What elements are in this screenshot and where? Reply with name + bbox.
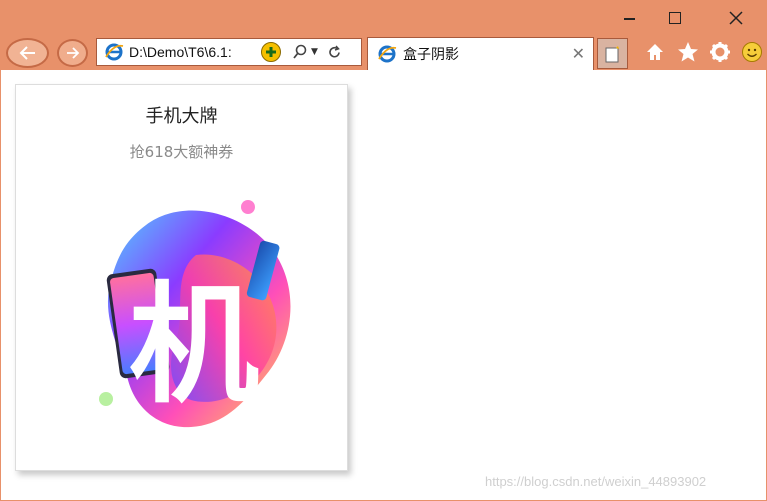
minimize-icon (623, 18, 635, 20)
title-bar (0, 0, 767, 36)
phone-promo-image: 机 (99, 200, 291, 428)
tab-active[interactable]: 盒子阴影 ✕ (367, 37, 594, 70)
smile-icon[interactable] (740, 40, 764, 64)
ie-icon (376, 43, 398, 65)
gear-icon[interactable] (708, 40, 732, 64)
address-bar[interactable]: D:\Demo\T6\6.1: ▼ (96, 38, 362, 66)
tab-close-icon[interactable]: ✕ (572, 44, 585, 63)
promo-card[interactable]: 手机大牌 抢618大额神券 机 (15, 84, 348, 471)
tab-title: 盒子阴影 (403, 47, 459, 63)
ie-icon (103, 41, 125, 63)
browser-window: D:\Demo\T6\6.1: ▼ 盒子阴影 ✕ 手机大牌 抢618大额神券 机… (0, 0, 767, 501)
minimize-button[interactable] (606, 0, 652, 36)
compat-icon[interactable] (261, 42, 281, 62)
forward-icon (66, 47, 79, 59)
home-icon[interactable] (643, 40, 667, 64)
art-character: 机 (129, 269, 259, 421)
star-icon[interactable] (676, 40, 700, 64)
close-button[interactable] (713, 0, 759, 36)
refresh-icon[interactable] (326, 43, 344, 61)
back-button[interactable] (6, 38, 49, 68)
maximize-icon (669, 12, 681, 24)
forward-button[interactable] (57, 39, 88, 67)
chevron-down-icon[interactable]: ▼ (311, 47, 318, 57)
maximize-button[interactable] (652, 0, 698, 36)
address-input[interactable]: D:\Demo\T6\6.1: (129, 44, 259, 60)
close-icon (729, 11, 743, 25)
new-tab-icon (605, 45, 619, 62)
search-icon[interactable] (291, 43, 309, 61)
new-tab-button[interactable] (597, 38, 628, 69)
card-title: 手机大牌 (145, 106, 218, 127)
watermark: https://blog.csdn.net/weixin_44893902 (485, 474, 707, 489)
card-subtitle: 抢618大额神券 (129, 143, 234, 161)
back-icon (19, 46, 35, 60)
